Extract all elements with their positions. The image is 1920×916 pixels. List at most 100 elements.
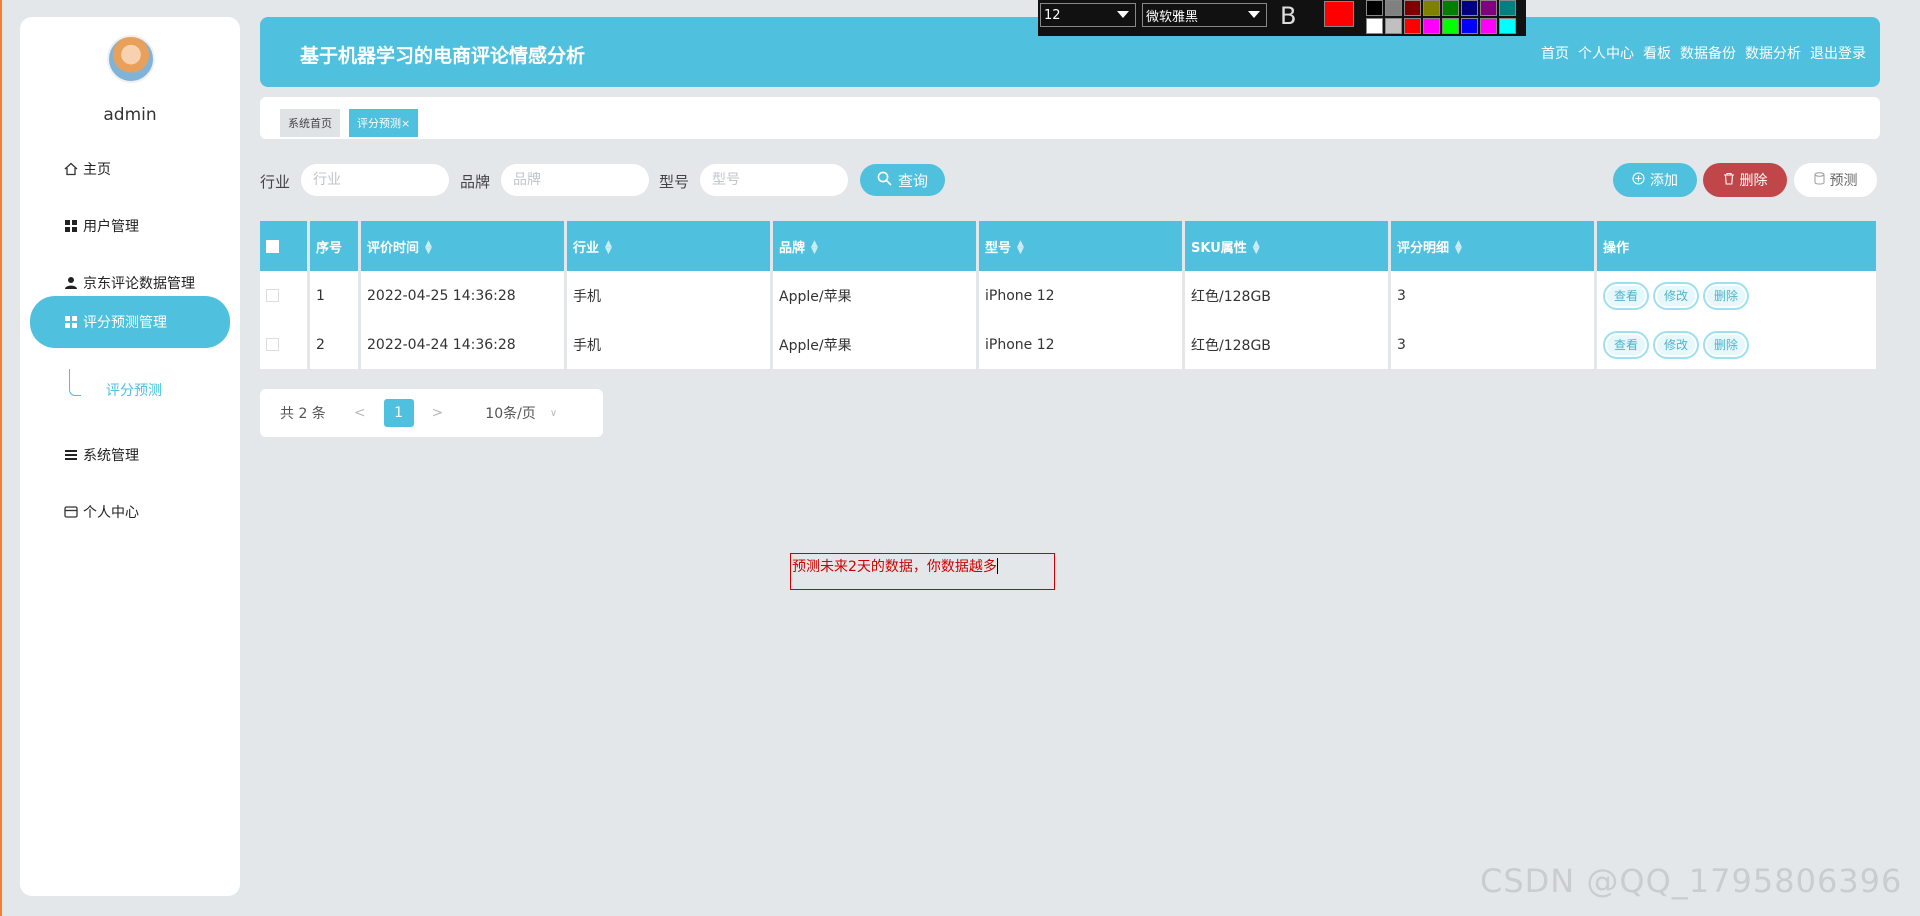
- model-input[interactable]: [700, 164, 848, 196]
- color-swatch[interactable]: [1499, 0, 1516, 16]
- cell-actions: 查看 修改 删除: [1597, 271, 1876, 320]
- cell-score: 3: [1391, 320, 1594, 369]
- window-edge: [0, 0, 2, 916]
- row-delete-button[interactable]: 删除: [1703, 281, 1750, 310]
- color-swatch[interactable]: [1499, 18, 1516, 34]
- cell-model: iPhone 12: [979, 271, 1182, 320]
- delete-button-label: 删除: [1739, 173, 1768, 189]
- view-button[interactable]: 查看: [1603, 330, 1650, 359]
- nav-profile[interactable]: 个人中心: [1578, 43, 1634, 63]
- sidebar-item-users[interactable]: 用户管理: [30, 201, 230, 251]
- prev-page-icon[interactable]: <: [354, 405, 366, 421]
- grid-icon: [63, 218, 79, 234]
- sidebar-item-label: 系统管理: [83, 448, 139, 464]
- sidebar-item-score-prediction[interactable]: 评分预测管理: [30, 296, 230, 348]
- table-row: 2 2022-04-24 14:36:28 手机 Apple/苹果 iPhone…: [260, 320, 1876, 369]
- color-swatch[interactable]: [1366, 0, 1383, 16]
- color-swatch[interactable]: [1385, 0, 1402, 16]
- color-swatch[interactable]: [1385, 18, 1402, 34]
- nav-dashboard[interactable]: 看板: [1643, 43, 1671, 63]
- cell-actions: 查看 修改 删除: [1597, 320, 1876, 369]
- nav-backup[interactable]: 数据备份: [1680, 43, 1736, 63]
- color-swatch[interactable]: [1404, 18, 1421, 34]
- sort-icon[interactable]: ▲ ▼: [425, 240, 432, 256]
- pagination: 共 2 条 < 1 > 10条/页 ∨: [260, 389, 603, 437]
- dropdown-arrow-icon: [1248, 11, 1260, 18]
- current-color-swatch[interactable]: [1324, 1, 1354, 27]
- sidebar-item-profile[interactable]: 个人中心: [30, 487, 230, 537]
- row-checkbox[interactable]: [266, 289, 279, 302]
- row-delete-button[interactable]: 删除: [1703, 330, 1750, 359]
- next-page-icon[interactable]: >: [432, 405, 444, 421]
- add-button[interactable]: 添加: [1613, 163, 1697, 197]
- col-header-industry[interactable]: 行业 ▲ ▼: [567, 221, 770, 271]
- sort-icon[interactable]: ▲ ▼: [1253, 240, 1260, 256]
- avatar[interactable]: [107, 35, 155, 83]
- sort-icon[interactable]: ▲ ▼: [1017, 240, 1024, 256]
- color-swatch[interactable]: [1404, 0, 1421, 16]
- view-button[interactable]: 查看: [1603, 281, 1650, 310]
- color-swatch[interactable]: [1461, 18, 1478, 34]
- cell-brand: Apple/苹果: [773, 271, 976, 320]
- query-button-label: 查询: [897, 171, 928, 190]
- color-swatch[interactable]: [1480, 18, 1497, 34]
- font-size-select[interactable]: 12: [1040, 3, 1136, 27]
- edit-button[interactable]: 修改: [1653, 281, 1700, 310]
- sort-icon[interactable]: ▲ ▼: [811, 240, 818, 256]
- annotation-textbox[interactable]: 预测未来2天的数据，你数据越多: [790, 553, 1055, 590]
- nav-logout[interactable]: 退出登录: [1810, 43, 1866, 63]
- grid-icon: [63, 314, 79, 330]
- admin-name: admin: [103, 105, 157, 125]
- database-icon: [1814, 171, 1825, 189]
- brand-label: 品牌: [460, 173, 491, 191]
- industry-input[interactable]: [301, 164, 449, 196]
- header-nav: 首页 个人中心 看板 数据备份 数据分析 退出登录: [1541, 43, 1866, 63]
- col-header-time[interactable]: 评价时间 ▲ ▼: [361, 221, 564, 271]
- predict-button[interactable]: 预测: [1794, 163, 1877, 197]
- page-number-current[interactable]: 1: [383, 399, 414, 427]
- select-all-checkbox[interactable]: [266, 239, 279, 253]
- cell-sku: 红色/128GB: [1185, 271, 1388, 320]
- color-swatch[interactable]: [1461, 0, 1478, 16]
- row-select-cell: [260, 320, 307, 369]
- color-swatch[interactable]: [1442, 18, 1459, 34]
- table-header-row: 序号 评价时间 ▲ ▼ 行业 ▲ ▼ 品牌 ▲ ▼ 型号 ▲ ▼ SKU属性 ▲ ▼ 评分明细 ▲ ▼ …: [260, 221, 1876, 271]
- table-row: 1 2022-04-25 14:36:28 手机 Apple/苹果 iPhone…: [260, 271, 1876, 320]
- batch-delete-button[interactable]: 删除: [1703, 163, 1787, 197]
- sidebar-item-label: 评分预测管理: [83, 315, 167, 331]
- color-swatch[interactable]: [1442, 0, 1459, 16]
- bold-button[interactable]: B: [1280, 2, 1296, 30]
- cell-no: 2: [310, 320, 358, 369]
- font-family-select[interactable]: 微软雅黑: [1142, 3, 1267, 27]
- cell-time: 2022-04-24 14:36:28: [361, 320, 564, 369]
- page-size-select[interactable]: 10条/页: [485, 403, 536, 423]
- tab-system-home[interactable]: 系统首页: [280, 109, 340, 137]
- col-header-model[interactable]: 型号 ▲ ▼: [979, 221, 1182, 271]
- chevron-down-icon[interactable]: ∨: [550, 408, 557, 419]
- query-button[interactable]: 查询: [860, 164, 945, 196]
- color-swatch[interactable]: [1480, 0, 1497, 16]
- color-swatch[interactable]: [1366, 18, 1383, 34]
- edit-button[interactable]: 修改: [1653, 330, 1700, 359]
- sort-icon[interactable]: ▲ ▼: [1455, 240, 1462, 256]
- cell-no: 1: [310, 271, 358, 320]
- sort-icon[interactable]: ▲ ▼: [605, 240, 612, 256]
- col-header-brand[interactable]: 品牌 ▲ ▼: [773, 221, 976, 271]
- sidebar-item-home[interactable]: 主页: [30, 144, 230, 194]
- nav-analysis[interactable]: 数据分析: [1745, 43, 1801, 63]
- color-palette: [1366, 0, 1524, 34]
- nav-home[interactable]: 首页: [1541, 43, 1569, 63]
- sidebar-subitem-score-prediction[interactable]: 评分预测: [106, 380, 162, 400]
- sidebar-item-label: 京东评论数据管理: [83, 276, 195, 292]
- plus-circle-icon: [1632, 171, 1645, 189]
- col-header-sku[interactable]: SKU属性 ▲ ▼: [1185, 221, 1388, 271]
- col-header-score[interactable]: 评分明细 ▲ ▼: [1391, 221, 1594, 271]
- color-swatch[interactable]: [1423, 0, 1440, 16]
- sidebar-item-system[interactable]: 系统管理: [30, 430, 230, 480]
- color-swatch[interactable]: [1423, 18, 1440, 34]
- cell-sku: 红色/128GB: [1185, 320, 1388, 369]
- tab-score-prediction[interactable]: 评分预测×: [349, 109, 419, 137]
- cell-time: 2022-04-25 14:36:28: [361, 271, 564, 320]
- brand-input[interactable]: [501, 164, 649, 196]
- row-checkbox[interactable]: [266, 338, 279, 351]
